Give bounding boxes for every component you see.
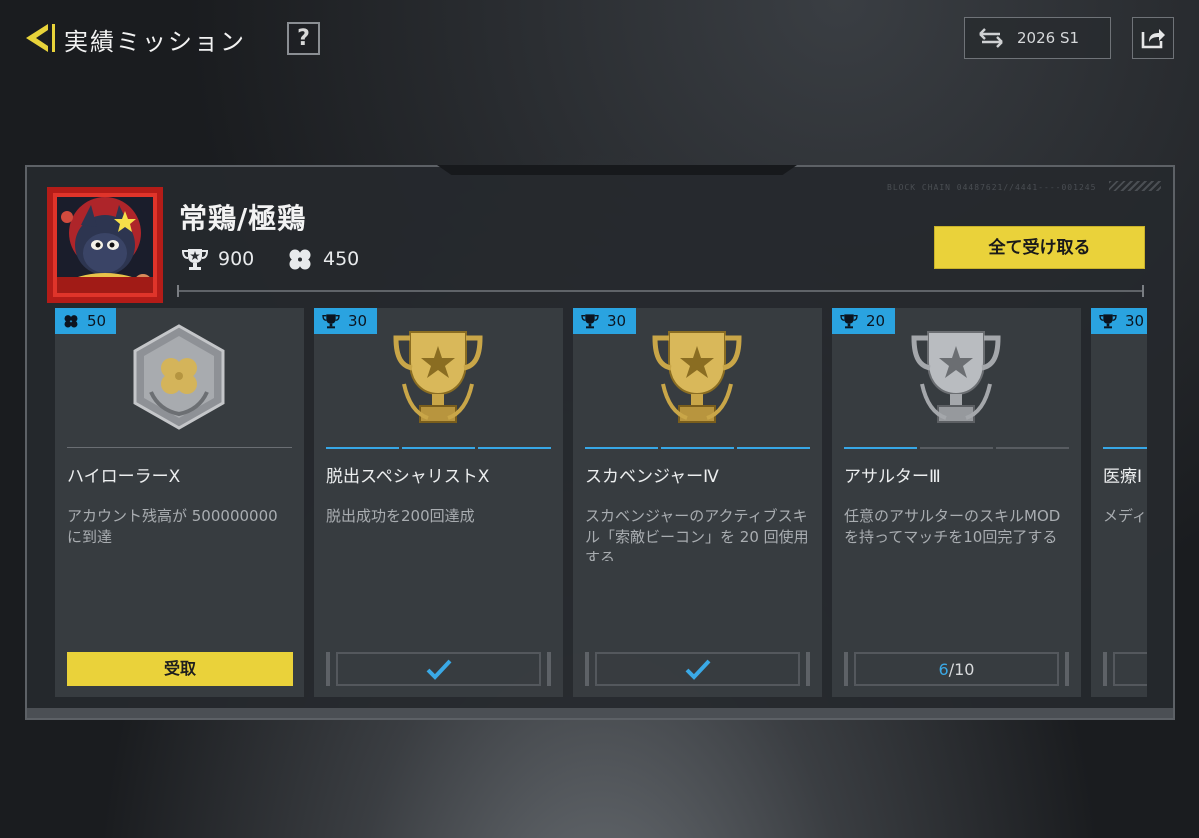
progress-segments: [326, 447, 551, 449]
mission-title: 医療Ⅰ: [1103, 467, 1143, 487]
share-button[interactable]: [1132, 17, 1174, 59]
reward-badge: 30: [314, 308, 378, 334]
panel-bottom-bar: [27, 708, 1173, 718]
share-icon: [1141, 29, 1165, 49]
mission-card[interactable]: 20 アサルターⅢ 任意のアサルターのスキルMODを持ってマッチを10回完了する…: [832, 308, 1081, 697]
title-divider: [67, 447, 292, 448]
mission-panel: BLOCK CHAIN 04487621//4441----001245 常鶏/…: [25, 165, 1175, 720]
trophy-icon: [1099, 314, 1117, 329]
trophy-icon: [182, 249, 208, 270]
progress-segments: [1103, 447, 1147, 449]
trophy-stat: 900: [182, 247, 254, 271]
clover-icon: [289, 249, 311, 270]
reward-amount: 30: [348, 312, 368, 330]
gold-trophy-icon: [393, 331, 483, 423]
reward-badge: 20: [832, 308, 896, 334]
mission-description: アカウント残高が 500000000 に到達: [67, 507, 278, 546]
completed-state: [585, 652, 810, 686]
avatar[interactable]: [47, 187, 163, 303]
check-icon: [685, 659, 710, 680]
mission-card[interactable]: 30 医療Ⅰ メディックのスキルを使用する: [1091, 308, 1147, 697]
trophy-icon: [322, 314, 340, 329]
season-selector[interactable]: 2026 S1: [964, 17, 1111, 59]
trophy-icon: [840, 314, 858, 329]
mission-description: メディックのスキルを使用する: [1103, 507, 1147, 525]
reward-badge: 30: [1091, 308, 1147, 334]
progress-segments: [844, 447, 1069, 449]
header-divider: [177, 285, 1144, 297]
progress-segments: [585, 447, 810, 449]
progress-state: [1103, 652, 1147, 686]
back-button[interactable]: [22, 20, 58, 56]
reward-amount: 50: [87, 312, 107, 330]
progress-total: /10: [948, 659, 975, 679]
mission-title: ハイローラーX: [67, 467, 181, 487]
claim-all-button[interactable]: 全て受け取る: [934, 226, 1145, 269]
check-icon: [426, 659, 451, 680]
progress-state: 6/10: [844, 652, 1069, 686]
reward-amount: 30: [1125, 312, 1145, 330]
mission-title: 脱出スペシャリストX: [326, 467, 490, 487]
reward-amount: 30: [607, 312, 627, 330]
clover-count: 450: [323, 248, 360, 270]
reward-amount: 20: [866, 312, 886, 330]
back-arrow-icon: [26, 24, 55, 52]
mission-title: アサルターⅢ: [844, 467, 941, 487]
chain-text: BLOCK CHAIN 04487621//4441----001245: [887, 183, 1097, 192]
progress-current: 6: [938, 659, 949, 679]
season-label: 2026 S1: [1017, 29, 1080, 47]
swap-icon: [965, 28, 1017, 48]
reward-badge: 50: [55, 308, 117, 334]
help-button[interactable]: ?: [287, 22, 320, 55]
mission-description: スカベンジャーのアクティブスキル「索敵ビーコン」を 20 回使用する: [585, 507, 809, 561]
silver-trophy-icon: [911, 331, 1001, 423]
claim-button[interactable]: 受取: [67, 652, 293, 686]
mission-description: 脱出成功を200回達成: [326, 507, 475, 525]
completed-state: [326, 652, 551, 686]
decor-hatch: [1109, 181, 1161, 191]
page-title: 実績ミッション: [64, 28, 246, 56]
mission-description: 任意のアサルターのスキルMODを持ってマッチを10回完了する: [844, 507, 1061, 546]
clover-stat: 450: [287, 247, 359, 271]
trophy-icon: [581, 314, 599, 329]
user-name: 常鶏/極鶏: [179, 202, 307, 235]
mission-list[interactable]: 50 ハイローラーX アカウント残高が 500000000 に到達 受取 30 …: [55, 308, 1147, 701]
reward-badge: 30: [573, 308, 637, 334]
mission-title: スカベンジャーⅣ: [585, 467, 719, 487]
mission-card[interactable]: 30 脱出スペシャリストX 脱出成功を200回達成: [314, 308, 563, 697]
panel-notch: [437, 165, 797, 175]
mission-card[interactable]: 30 スカベンジャーⅣ スカベンジャーのアクティブスキル「索敵ビーコン」を 20…: [573, 308, 822, 697]
gold-trophy-icon: [652, 331, 742, 423]
mission-card[interactable]: 50 ハイローラーX アカウント残高が 500000000 に到達 受取: [55, 308, 304, 697]
clover-medal-icon: [133, 324, 225, 430]
clover-icon: [64, 315, 78, 328]
trophy-count: 900: [218, 248, 255, 270]
